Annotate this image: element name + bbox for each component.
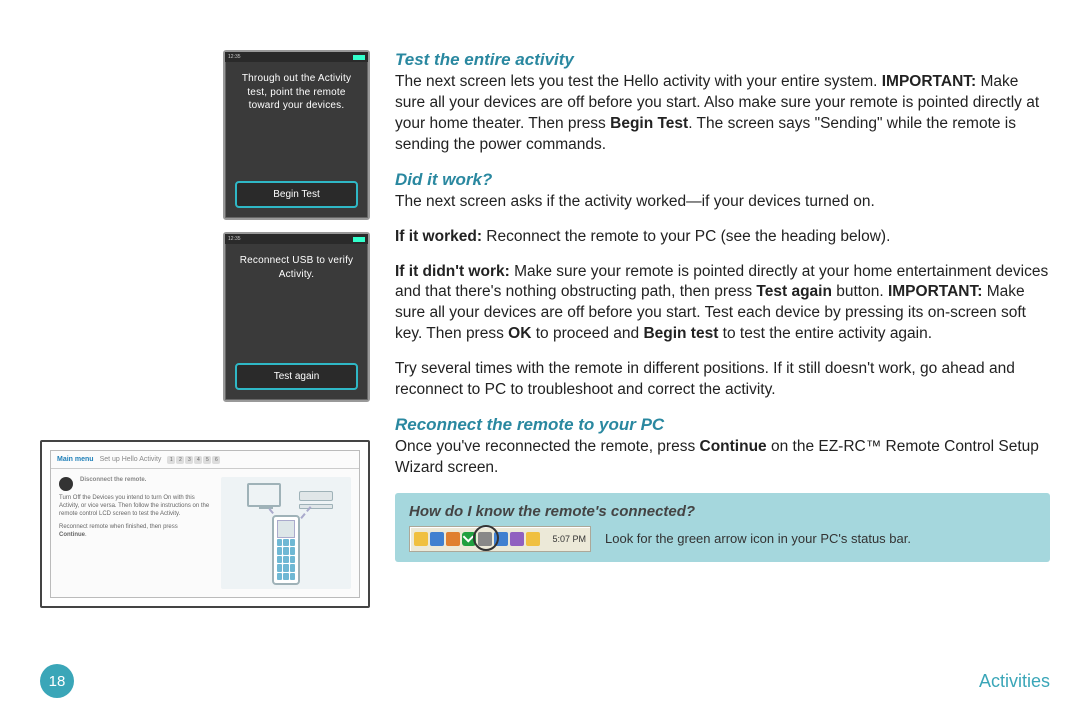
para-reconnect: Once you've reconnected the remote, pres…: [395, 437, 1050, 479]
callout-note: Look for the green arrow icon in your PC…: [605, 531, 911, 546]
tray-clock: 5:07 PM: [552, 534, 586, 544]
remote-time: 12:35: [228, 236, 241, 242]
tray-app-icon: [494, 532, 508, 546]
remote-screen-1: 12:35 Through out the Activity test, poi…: [223, 50, 370, 220]
wizard-step-pills: 123456: [167, 456, 221, 464]
wizard-breadcrumb: Set up Hello Activity: [100, 456, 162, 463]
wizard-main-menu: Main menu: [57, 456, 94, 463]
wizard-screenshot: Main menu Set up Hello Activity 123456 D…: [40, 440, 370, 608]
tray-app-icon: [430, 532, 444, 546]
para-diw-1: The next screen asks if the activity wor…: [395, 192, 1050, 213]
footer-section-label: Activities: [979, 671, 1050, 692]
tv-icon: [247, 483, 281, 507]
para-diw-3: If it didn't work: Make sure your remote…: [395, 262, 1050, 346]
remote-icon: [272, 515, 300, 585]
para-diw-2: If it worked: Reconnect the remote to yo…: [395, 227, 1050, 248]
heading-reconnect: Reconnect the remote to your PC: [395, 415, 1050, 435]
tray-green-arrow-icon: [462, 532, 476, 546]
battery-icon: [353, 237, 365, 242]
remote-instruction-2: Reconnect USB to verify Activity.: [225, 244, 368, 281]
system-tray: 5:07 PM: [409, 526, 591, 552]
tray-app-icon: [446, 532, 460, 546]
remote-instruction-1: Through out the Activity test, point the…: [225, 62, 368, 113]
callout-heading: How do I know the remote's connected?: [409, 503, 1036, 520]
para-diw-4: Try several times with the remote in dif…: [395, 359, 1050, 401]
remote-time: 12:35: [228, 54, 241, 60]
remote-screen-2: 12:35 Reconnect USB to verify Activity. …: [223, 232, 370, 402]
tray-app-icon: [526, 532, 540, 546]
device-box2-icon: [299, 504, 333, 509]
remote-status-bar: 12:35: [225, 52, 368, 62]
begin-test-button[interactable]: Begin Test: [235, 181, 358, 208]
remote-status-bar: 12:35: [225, 234, 368, 244]
heading-test-activity: Test the entire activity: [395, 50, 1050, 70]
wizard-diagram: [221, 477, 351, 589]
tray-app-icon: [478, 532, 492, 546]
test-again-button[interactable]: Test again: [235, 363, 358, 390]
battery-icon: [353, 55, 365, 60]
page-number-badge: 18: [40, 664, 74, 698]
device-box-icon: [299, 491, 333, 501]
tray-shield-icon: [414, 532, 428, 546]
para-test-activity: The next screen lets you test the Hello …: [395, 72, 1050, 156]
tray-app-icon: [510, 532, 524, 546]
wizard-text: Disconnect the remote. Turn Off the Devi…: [59, 477, 213, 589]
heading-did-it-work: Did it work?: [395, 170, 1050, 190]
speech-bubble-icon: [59, 477, 73, 491]
callout-box: How do I know the remote's connected? 5:…: [395, 493, 1050, 562]
